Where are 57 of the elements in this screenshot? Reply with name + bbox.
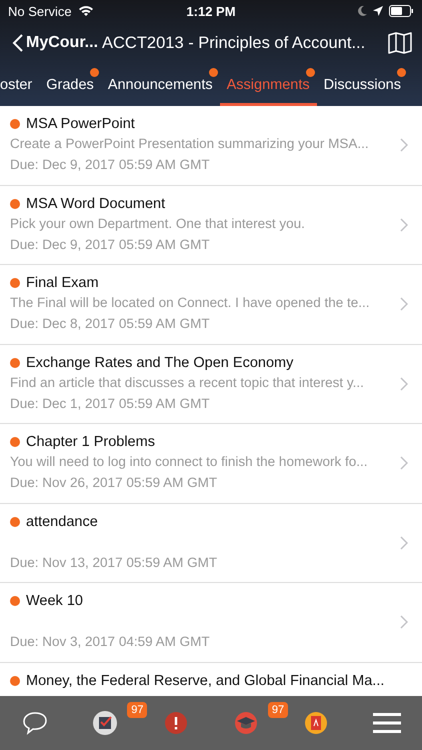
chevron-icon	[400, 376, 408, 391]
tab[interactable]: Assignments	[220, 64, 317, 106]
assignment-title: MSA PowerPoint	[26, 116, 135, 132]
assignment-row[interactable]: Exchange Rates and The Open Economy Find an article that discusses a recent topic that interest y... Due: Dec 1, 2017 05:59 AM GMT	[0, 344, 422, 424]
chevron-icon	[400, 218, 408, 232]
tab[interactable]: Announcements	[100, 64, 220, 106]
menu-icon	[372, 712, 401, 734]
due-date: Due: Dec 9, 2017 05:59 AM GMT	[10, 236, 211, 254]
assignment-row[interactable]: Week 10 Due: Nov 3, 2017 04:59 AM GMT	[0, 583, 422, 662]
due-date: Due: Dec 9, 2017 05:59 AM GMT	[10, 157, 211, 174]
graduation-cap-icon	[234, 711, 258, 735]
tab[interactable]: oster	[0, 64, 40, 106]
wifi-icon	[78, 5, 94, 17]
count-badge: 97	[268, 702, 288, 718]
assignment-row[interactable]: MSA PowerPoint Create a PowerPoint Presentation summarizing your MSA... Due: Dec 9, 2017 05:59 AM GMT	[0, 106, 422, 186]
due-date: Due: Dec 8, 2017 05:59 AM GMT	[10, 316, 211, 333]
assignment-description: Create a PowerPoint Presentation summarizing your MSA...	[10, 136, 370, 153]
tab[interactable]: Discussions	[316, 64, 408, 106]
due-date: Due: Nov 3, 2017 04:59 AM GMT	[10, 634, 211, 651]
map-icon[interactable]	[388, 32, 412, 54]
checklist-icon	[92, 710, 118, 736]
chevron-icon	[400, 297, 408, 312]
due-date: Due: Nov 26, 2017 05:59 AM GMT	[10, 475, 218, 492]
back-chevron-icon	[12, 33, 24, 53]
assignment-title: Exchange Rates and The Open Economy	[26, 354, 294, 370]
due-date: Due: Dec 1, 2017 05:59 AM GMT	[10, 396, 211, 412]
assignment-title: Final Exam	[26, 275, 99, 291]
assignment-title: Week 10	[26, 593, 83, 609]
assignment-title: MSA Word Document	[26, 196, 166, 212]
page-title: ACCT2013 - Principles of Account...	[102, 34, 366, 52]
assignment-description: Pick your own Department. One that interest you.	[10, 216, 306, 232]
chevron-icon	[400, 456, 408, 470]
assignment-description: You will need to log into connect to finish the homework fo...	[10, 454, 368, 471]
assignment-description: The Final will be located on Connect. I have opened the te...	[10, 295, 370, 312]
clock-time: 1:12 PM	[186, 4, 236, 18]
carrier-text: No Service	[8, 4, 72, 18]
due-date: Due: Nov 13, 2017 05:59 AM GMT	[10, 554, 218, 572]
assignment-title: Chapter 1 Problems	[26, 434, 155, 450]
assignment-row[interactable]: Final Exam The Final will be located on Connect. I have opened the te... Due: Dec 8, 2017 05:59 AM GMT	[0, 265, 422, 344]
back-button[interactable]: MyCour...	[12, 33, 98, 53]
alert-icon	[164, 711, 188, 735]
assignment-row[interactable]: MSA Word Document Pick your own Department. One that interest you. Due: Dec 9, 2017 05:59 AM GMT	[0, 186, 422, 265]
book-icon	[304, 711, 328, 735]
assignment-title: Money, the Federal Reserve, and Global Financial Ma...	[26, 672, 384, 688]
battery-icon	[388, 5, 414, 17]
chat-bubble-icon	[22, 711, 48, 735]
assignment-description: Find an article that discusses a recent topic that interest y...	[10, 374, 365, 392]
chevron-icon	[400, 536, 408, 550]
location-arrow-icon	[372, 6, 383, 16]
assignment-row[interactable]: attendance Due: Nov 13, 2017 05:59 AM GMT	[0, 504, 422, 583]
tab[interactable]: Grades	[39, 64, 101, 106]
chevron-icon	[400, 615, 408, 630]
assignment-row[interactable]: Chapter 1 Problems You will need to log into connect to finish the homework fo... Due: Nov 26, 2017 05:59 AM GMT	[0, 424, 422, 504]
assignment-title: attendance	[26, 514, 98, 530]
count-badge: 97	[127, 702, 148, 718]
chevron-icon	[400, 138, 408, 152]
moon-icon	[358, 6, 367, 16]
